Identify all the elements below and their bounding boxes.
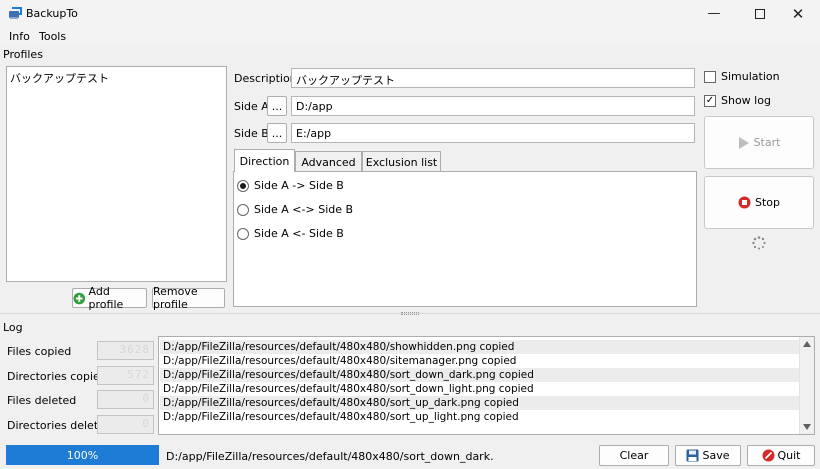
close-icon: ✕ — [791, 4, 805, 23]
menu-info[interactable]: Info — [9, 30, 30, 43]
list-item: D:/app/FileZilla/resources/default/480x4… — [163, 383, 534, 395]
spinner-icon — [752, 236, 766, 250]
add-profile-button[interactable]: Add profile — [72, 285, 147, 311]
direction-option-label: Side A <-> Side B — [254, 203, 354, 216]
description-field[interactable]: バックアップテスト — [291, 68, 695, 88]
tab-direction[interactable]: Direction — [234, 149, 295, 172]
show-log-checkbox[interactable]: ✓ Show log — [704, 94, 771, 107]
description-label: Description — [234, 72, 297, 85]
start-label: Start — [753, 136, 781, 149]
plus-circle-icon — [73, 292, 86, 304]
side-a-field[interactable]: D:/app — [291, 96, 695, 116]
clear-label: Clear — [619, 449, 649, 462]
save-label: Save — [702, 449, 730, 462]
progress-bar: 100% — [6, 445, 159, 465]
list-item: D:/app/FileZilla/resources/default/480x4… — [163, 411, 519, 423]
clear-button[interactable]: Clear — [599, 445, 669, 466]
files-deleted-counter: 0 — [97, 390, 154, 409]
app-icon — [9, 7, 22, 19]
direction-option-label: Side A -> Side B — [254, 179, 344, 192]
add-profile-label: Add profile — [88, 285, 124, 311]
direction-option-label: Side A <- Side B — [254, 227, 344, 240]
save-icon — [686, 449, 699, 462]
directories-deleted-counter: 0 — [97, 415, 154, 434]
quit-button[interactable]: Quit — [747, 445, 815, 466]
directories-copied-counter: 572 — [97, 366, 154, 385]
log-label: Log — [3, 321, 23, 334]
tab-advanced[interactable]: Advanced — [295, 151, 362, 172]
radio-icon — [237, 227, 249, 240]
profiles-label: Profiles — [3, 48, 43, 61]
remove-profile-label: Remove profile — [153, 285, 198, 311]
tab-exclusion-list[interactable]: Exclusion list — [362, 151, 441, 172]
scroll-down-icon[interactable] — [803, 424, 811, 430]
list-item: D:/app/FileZilla/resources/default/480x4… — [160, 368, 800, 382]
save-button[interactable]: Save — [675, 445, 741, 466]
current-file-label: D:/app/FileZilla/resources/default/480x4… — [166, 450, 494, 463]
menu-bar — [0, 27, 820, 45]
remove-profile-button[interactable]: Remove profile — [152, 285, 225, 311]
list-item: D:/app/FileZilla/resources/default/480x4… — [163, 355, 517, 367]
checkmark-icon: ✓ — [704, 94, 716, 107]
show-log-label: Show log — [721, 94, 771, 107]
side-b-field[interactable]: E:/app — [291, 123, 695, 143]
splitter-grip-icon[interactable] — [401, 312, 419, 315]
side-a-label: Side A — [234, 100, 269, 113]
log-scrollbar[interactable] — [799, 337, 814, 434]
quit-label: Quit — [777, 449, 801, 462]
menu-tools[interactable]: Tools — [39, 30, 66, 43]
side-b-label: Side B — [234, 127, 269, 140]
checkbox-icon — [704, 70, 716, 83]
close-button[interactable]: ✕ — [776, 0, 820, 27]
maximize-icon — [755, 8, 765, 19]
direction-option-1[interactable]: Side A -> Side B — [237, 179, 344, 192]
log-list[interactable]: D:/app/FileZilla/resources/default/480x4… — [158, 336, 815, 435]
side-b-browse-button[interactable]: ... — [267, 123, 287, 143]
simulation-label: Simulation — [721, 70, 780, 83]
list-item: D:/app/FileZilla/resources/default/480x4… — [160, 396, 800, 410]
side-a-browse-button[interactable]: ... — [267, 96, 287, 116]
stop-button[interactable]: Stop — [704, 176, 814, 229]
minimize-button[interactable]: — — [692, 0, 736, 27]
minimize-icon: — — [707, 6, 721, 21]
profile-list[interactable]: バックアップテスト — [6, 66, 227, 282]
quit-icon — [762, 449, 774, 462]
start-button[interactable]: Start — [704, 116, 814, 169]
scroll-up-icon[interactable] — [803, 341, 811, 347]
radio-selected-icon — [237, 179, 249, 192]
stop-label: Stop — [754, 196, 780, 209]
direction-option-3[interactable]: Side A <- Side B — [237, 227, 344, 240]
directories-copied-label: Directories copied — [7, 370, 107, 383]
play-icon — [738, 136, 749, 149]
files-deleted-label: Files deleted — [7, 394, 77, 407]
radio-icon — [237, 203, 249, 216]
files-copied-counter: 3628 — [97, 341, 154, 360]
direction-option-2[interactable]: Side A <-> Side B — [237, 203, 353, 216]
simulation-checkbox[interactable]: Simulation — [704, 70, 780, 83]
files-copied-label: Files copied — [7, 345, 72, 358]
stop-icon — [738, 196, 751, 209]
window-title: BackupTo — [26, 7, 78, 20]
list-item[interactable]: バックアップテスト — [10, 70, 109, 86]
list-item: D:/app/FileZilla/resources/default/480x4… — [160, 340, 800, 354]
